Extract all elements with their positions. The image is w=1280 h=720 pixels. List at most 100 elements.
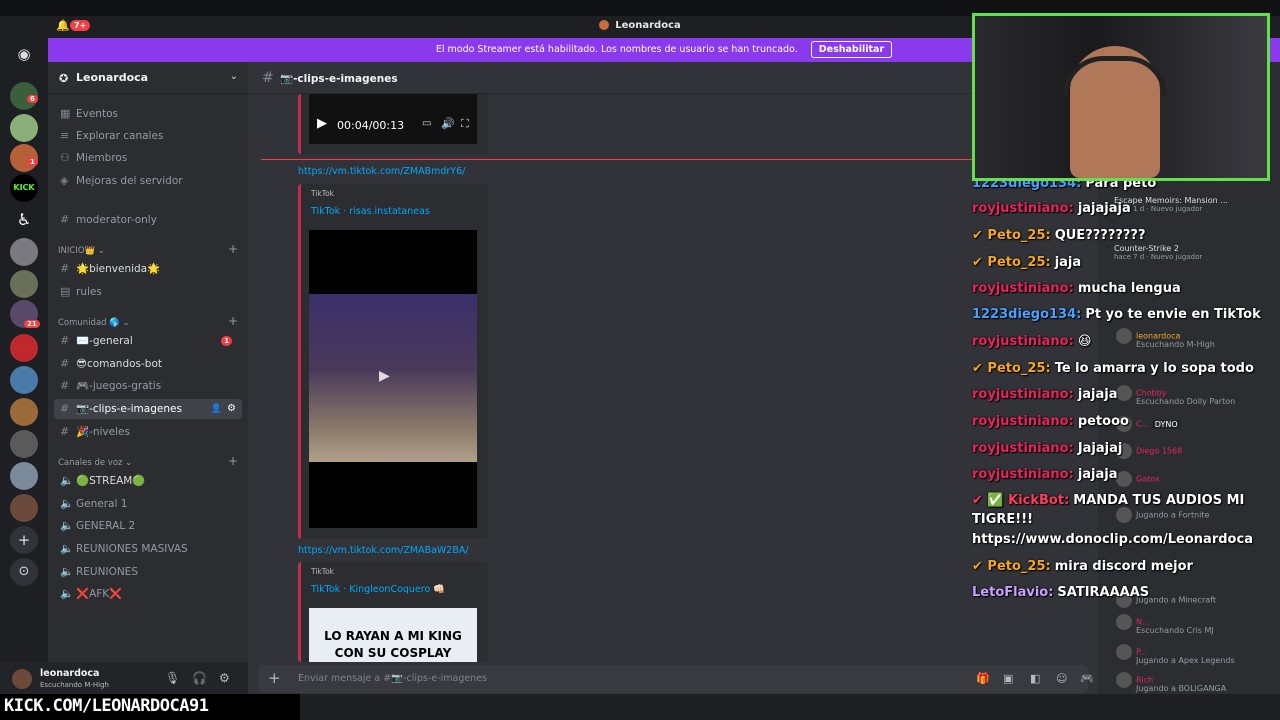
server-icon[interactable] [10,238,38,266]
video-thumbnail[interactable]: ▶ [309,230,477,528]
chat-text: MANDA TUS AUDIOS MI [1073,493,1245,508]
member-item[interactable]: Chobby Escuchando Dolly Parton [1116,385,1235,406]
speaker-icon: 🔈 [60,587,74,600]
avatar[interactable] [12,669,32,689]
guild-header[interactable]: ✪ Leonardoca ⌄ [48,62,248,94]
embed-title[interactable]: TikTok · risas.instataneas [311,206,430,217]
hash-icon: # [60,262,70,275]
server-icon[interactable] [10,114,38,142]
chat-text: Jajajaj [1077,441,1123,456]
microphone-icon[interactable]: 🎙 [165,671,180,685]
play-icon[interactable]: ▶ [317,116,327,131]
chat-username: royjustiniano: [972,467,1074,482]
member-item[interactable]: Gatox [1116,471,1160,487]
server-badge: 1 [27,158,38,166]
voice-stream[interactable]: 🔈 🟢STREAM🟢 [54,471,242,491]
play-overlay-icon[interactable]: ▶ [379,368,390,384]
hash-icon: # [60,379,70,392]
gear-icon[interactable]: ⚙ [227,399,236,419]
gear-icon[interactable]: ⚙ [219,671,230,685]
channel-comandos-bot[interactable]: # 😎comandos-bot [54,354,242,374]
emoji-icon[interactable]: ☺ [1056,672,1067,685]
add-channel-icon[interactable]: + [228,242,238,256]
member-item[interactable]: Rich Jugando a BOLIGANGA [1116,672,1226,693]
channel-miembros[interactable]: ⚇ Miembros [54,148,242,168]
member-item[interactable]: N... Escuchando Cris MJ [1116,614,1214,635]
tiktok-link[interactable]: https://vm.tiktok.com/ZMABaW2BA/ [298,545,469,556]
member-item[interactable]: leonardoca Escuchando M-High [1116,328,1215,349]
server-icon[interactable] [10,334,38,362]
channel-eventos[interactable]: ▦ Eventos [54,104,242,124]
message-input[interactable]: Enviar mensaje a #📷-clips-e-imagenes [298,673,487,684]
channel-rules[interactable]: ▤ rules [54,282,242,302]
add-server-icon[interactable]: + [10,526,38,554]
stream-chat-message: royjustiniano: mucha lengua [972,281,1181,296]
server-icon[interactable] [10,430,38,458]
member-item[interactable]: Diego 1568 [1116,443,1182,459]
calendar-icon: ▦ [60,107,71,120]
avatar [1116,614,1132,630]
server-icon[interactable] [10,366,38,394]
invite-icon[interactable]: 👤 [211,399,222,419]
accessibility-server-icon[interactable]: ♿ [10,206,38,234]
video-embed: ▶ 00:04/00:13 ▭ 🔊 ⛶ [298,94,488,154]
channel-general[interactable]: # ✉️-general 1 [54,331,242,351]
fullscreen-icon[interactable]: ⛶ [461,117,469,131]
message-composer: + Enviar mensaje a #📷-clips-e-imagenes 🎁… [258,665,1094,693]
explore-servers-icon[interactable]: ⊙ [10,558,38,586]
stream-chat-message: ✔ Peto_25: mira discord mejor [972,559,1193,574]
chevron-down-icon[interactable]: ⌄ [230,71,238,82]
video-thumbnail[interactable]: LO RAYAN A MI KING CON SU COSPLAY [309,608,477,662]
chat-text: mira discord mejor [1054,559,1193,574]
channel-mejoras[interactable]: ◈ Mejoras del servidor [54,171,242,191]
activity-card[interactable]: Counter-Strike 2 hace 7 d · Nuevo jugador [1114,244,1202,261]
chat-text: jajaja [1077,387,1118,402]
embed-title[interactable]: TikTok · KingleonCoquero 👊🏻 [311,584,445,595]
server-icon[interactable] [10,398,38,426]
voice-reuniones-masivas[interactable]: 🔈 REUNIONES MASIVAS [54,539,242,559]
add-channel-icon[interactable]: + [228,314,238,328]
channel-bienvenida[interactable]: # 🌟bienvenida🌟 [54,259,242,279]
chat-username: royjustiniano: [972,281,1074,296]
channel-niveles[interactable]: # 🎉-niveles [54,422,242,442]
kick-server-icon[interactable]: KICK [10,174,38,202]
chat-text: 😆 [1077,334,1092,349]
channel-clips-e-imagenes[interactable]: # 📷-clips-e-imagenes 👤 ⚙ [54,399,242,419]
voice-reuniones[interactable]: 🔈 REUNIONES [54,562,242,582]
chat-text: QUE???????? [1054,228,1146,243]
hash-icon: # [60,357,70,370]
server-icon[interactable] [10,494,38,522]
category-voz[interactable]: Canales de voz ⌄ [58,458,132,468]
voice-afk[interactable]: 🔈 ❌AFK❌ [54,584,242,604]
category-inicio[interactable]: INICIO👑 ⌄ [58,246,105,256]
voice-general-1[interactable]: 🔈 General 1 [54,494,242,514]
add-channel-icon[interactable]: + [228,454,238,468]
channel-sidebar: ✪ Leonardoca ⌄ ▦ Eventos ≡ Explorar canale… [48,62,248,662]
headphones-icon[interactable]: 🎧 [192,671,207,685]
member-item[interactable]: Jugando a Fortnite [1116,507,1209,523]
video-player[interactable]: ▶ 00:04/00:13 ▭ 🔊 ⛶ [309,94,477,144]
channel-juegos-gratis[interactable]: # 🎮-juegos-gratis [54,376,242,396]
server-icon[interactable] [10,270,38,298]
channel-moderator-only[interactable]: # moderator-only [54,210,242,230]
sticker-icon[interactable]: ◧ [1030,672,1040,685]
gift-icon[interactable]: 🎁 [976,672,990,685]
activities-icon[interactable]: 🎮 [1080,672,1094,685]
gif-icon[interactable]: ▣ [1003,672,1013,685]
server-rail: ◉ 6 1 KICK ♿ 21 + ⊙ [0,38,48,662]
hash-icon: # [60,402,70,415]
attach-icon[interactable]: + [268,669,281,687]
captions-icon[interactable]: ▭ [422,118,431,129]
channel-explorar[interactable]: ≡ Explorar canales [54,126,242,146]
volume-icon[interactable]: 🔊 [441,117,455,130]
member-item[interactable]: P... Jugando a Apex Legends [1116,644,1235,665]
disable-streamer-button[interactable]: Deshabilitar [810,41,893,58]
activity-card[interactable]: Escape Memoirs: Mansion ... hace 1 d · Nu… [1114,196,1228,213]
chat-username: royjustiniano: [972,414,1074,429]
category-comunidad[interactable]: Comunidad 🌎 ⌄ [58,318,130,328]
tiktok-link[interactable]: https://vm.tiktok.com/ZMABmdrY6/ [298,166,465,177]
video-time: 00:04/00:13 [337,119,405,132]
voice-general-2[interactable]: 🔈 GENERAL 2 [54,516,242,536]
discord-home-icon[interactable]: ◉ [10,40,38,68]
server-icon[interactable] [10,462,38,490]
